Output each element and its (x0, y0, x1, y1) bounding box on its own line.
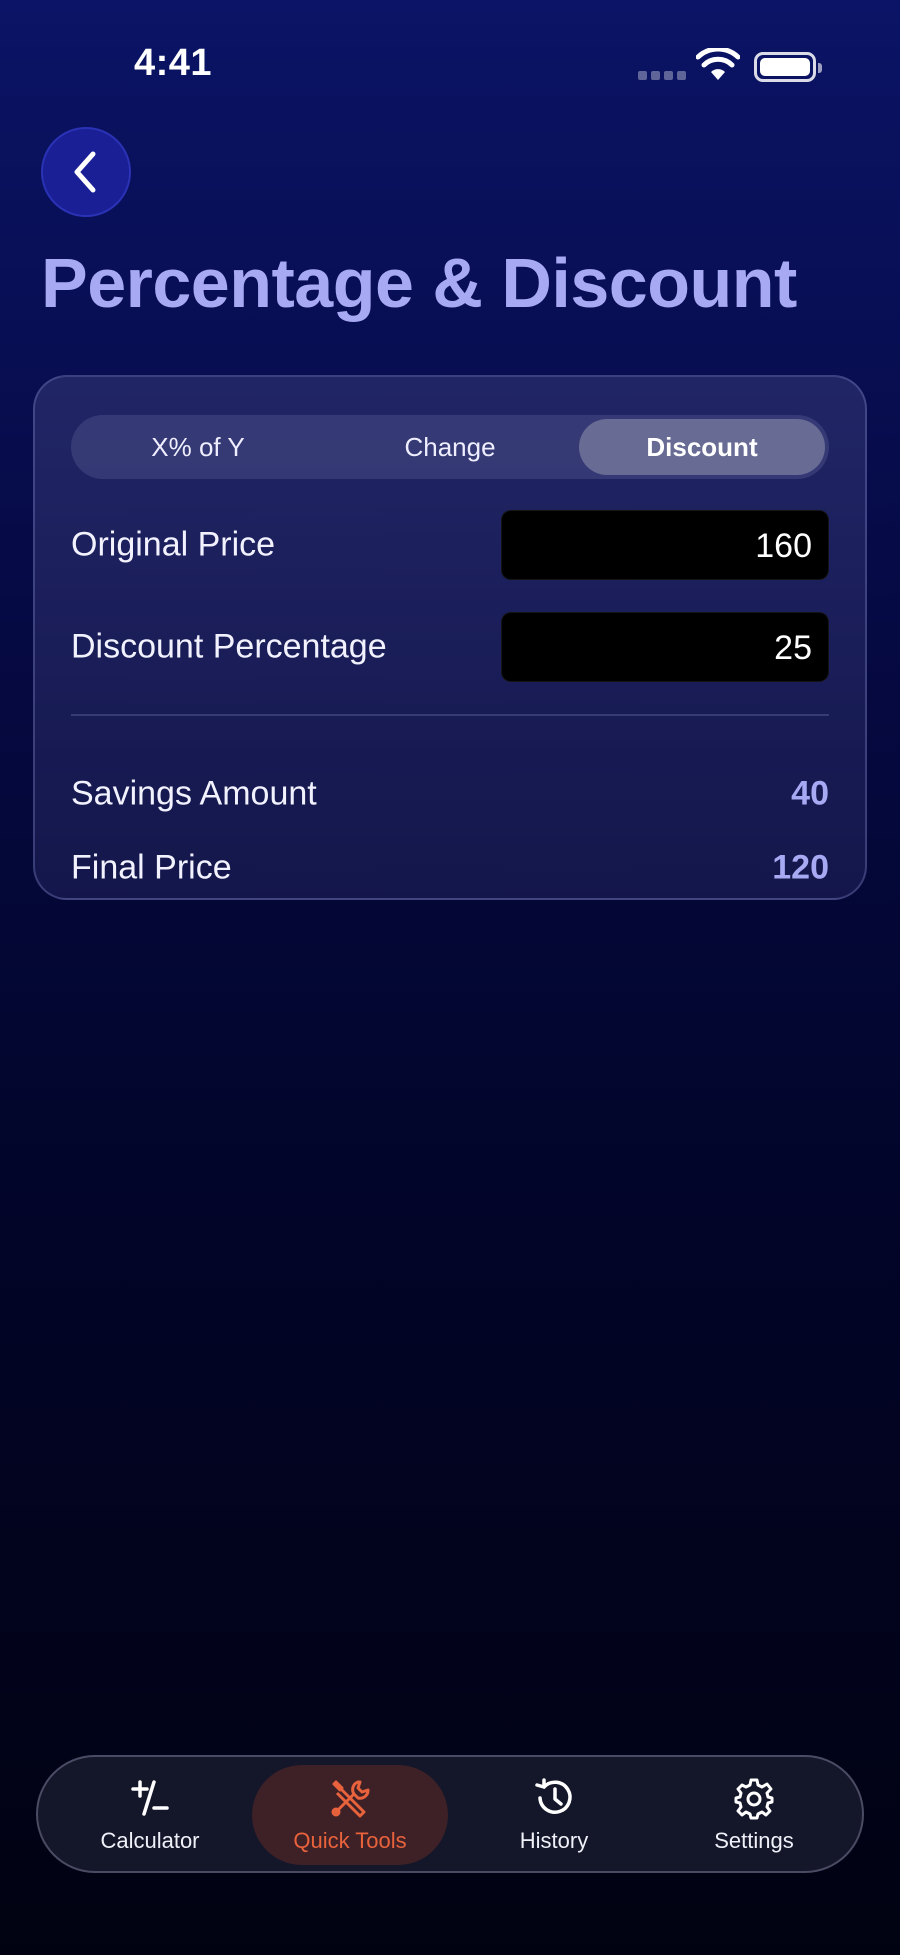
segment-change[interactable]: Change (327, 419, 573, 475)
tab-quick-tools-label: Quick Tools (293, 1828, 407, 1853)
status-bar: 4:41 (0, 0, 900, 130)
back-button[interactable] (41, 127, 131, 217)
discount-calculator-card: X% of Y Change Discount Original Price 1… (33, 375, 867, 900)
tab-history[interactable]: History (456, 1765, 652, 1865)
cellular-signal-icon (638, 71, 686, 81)
final-price-row: Final Price 120 (71, 843, 829, 893)
discount-percentage-row: Discount Percentage 25 (71, 612, 829, 682)
discount-percentage-label: Discount Percentage (71, 627, 387, 666)
savings-label: Savings Amount (71, 774, 317, 813)
original-price-row: Original Price 160 (71, 510, 829, 580)
original-price-label: Original Price (71, 525, 276, 564)
mode-segmented-control: X% of Y Change Discount (71, 415, 829, 479)
tools-icon (328, 1776, 372, 1820)
original-price-input[interactable]: 160 (501, 510, 829, 580)
tab-calculator[interactable]: Calculator (52, 1765, 248, 1865)
final-price-label: Final Price (71, 848, 232, 887)
tab-quick-tools[interactable]: Quick Tools (252, 1765, 448, 1865)
chevron-left-icon (74, 151, 96, 193)
tab-settings[interactable]: Settings (656, 1765, 852, 1865)
discount-percentage-input[interactable]: 25 (501, 612, 829, 682)
battery-icon (754, 52, 822, 82)
status-time: 4:41 (134, 42, 213, 84)
final-price-value: 120 (772, 848, 829, 887)
tab-history-label: History (519, 1828, 589, 1853)
savings-value: 40 (791, 774, 829, 813)
gear-icon (732, 1776, 776, 1820)
plus-minus-icon (128, 1776, 172, 1820)
history-icon (532, 1776, 576, 1820)
tab-bar: Calculator Quick Tools History Settings (36, 1755, 864, 1873)
segment-x-percent-of-y[interactable]: X% of Y (75, 419, 321, 475)
savings-row: Savings Amount 40 (71, 769, 829, 819)
page-title: Percentage & Discount (41, 244, 797, 322)
divider (71, 714, 829, 716)
tab-settings-label: Settings (714, 1828, 794, 1853)
tab-calculator-label: Calculator (100, 1828, 200, 1853)
segment-discount[interactable]: Discount (579, 419, 825, 475)
wifi-icon (695, 46, 741, 82)
